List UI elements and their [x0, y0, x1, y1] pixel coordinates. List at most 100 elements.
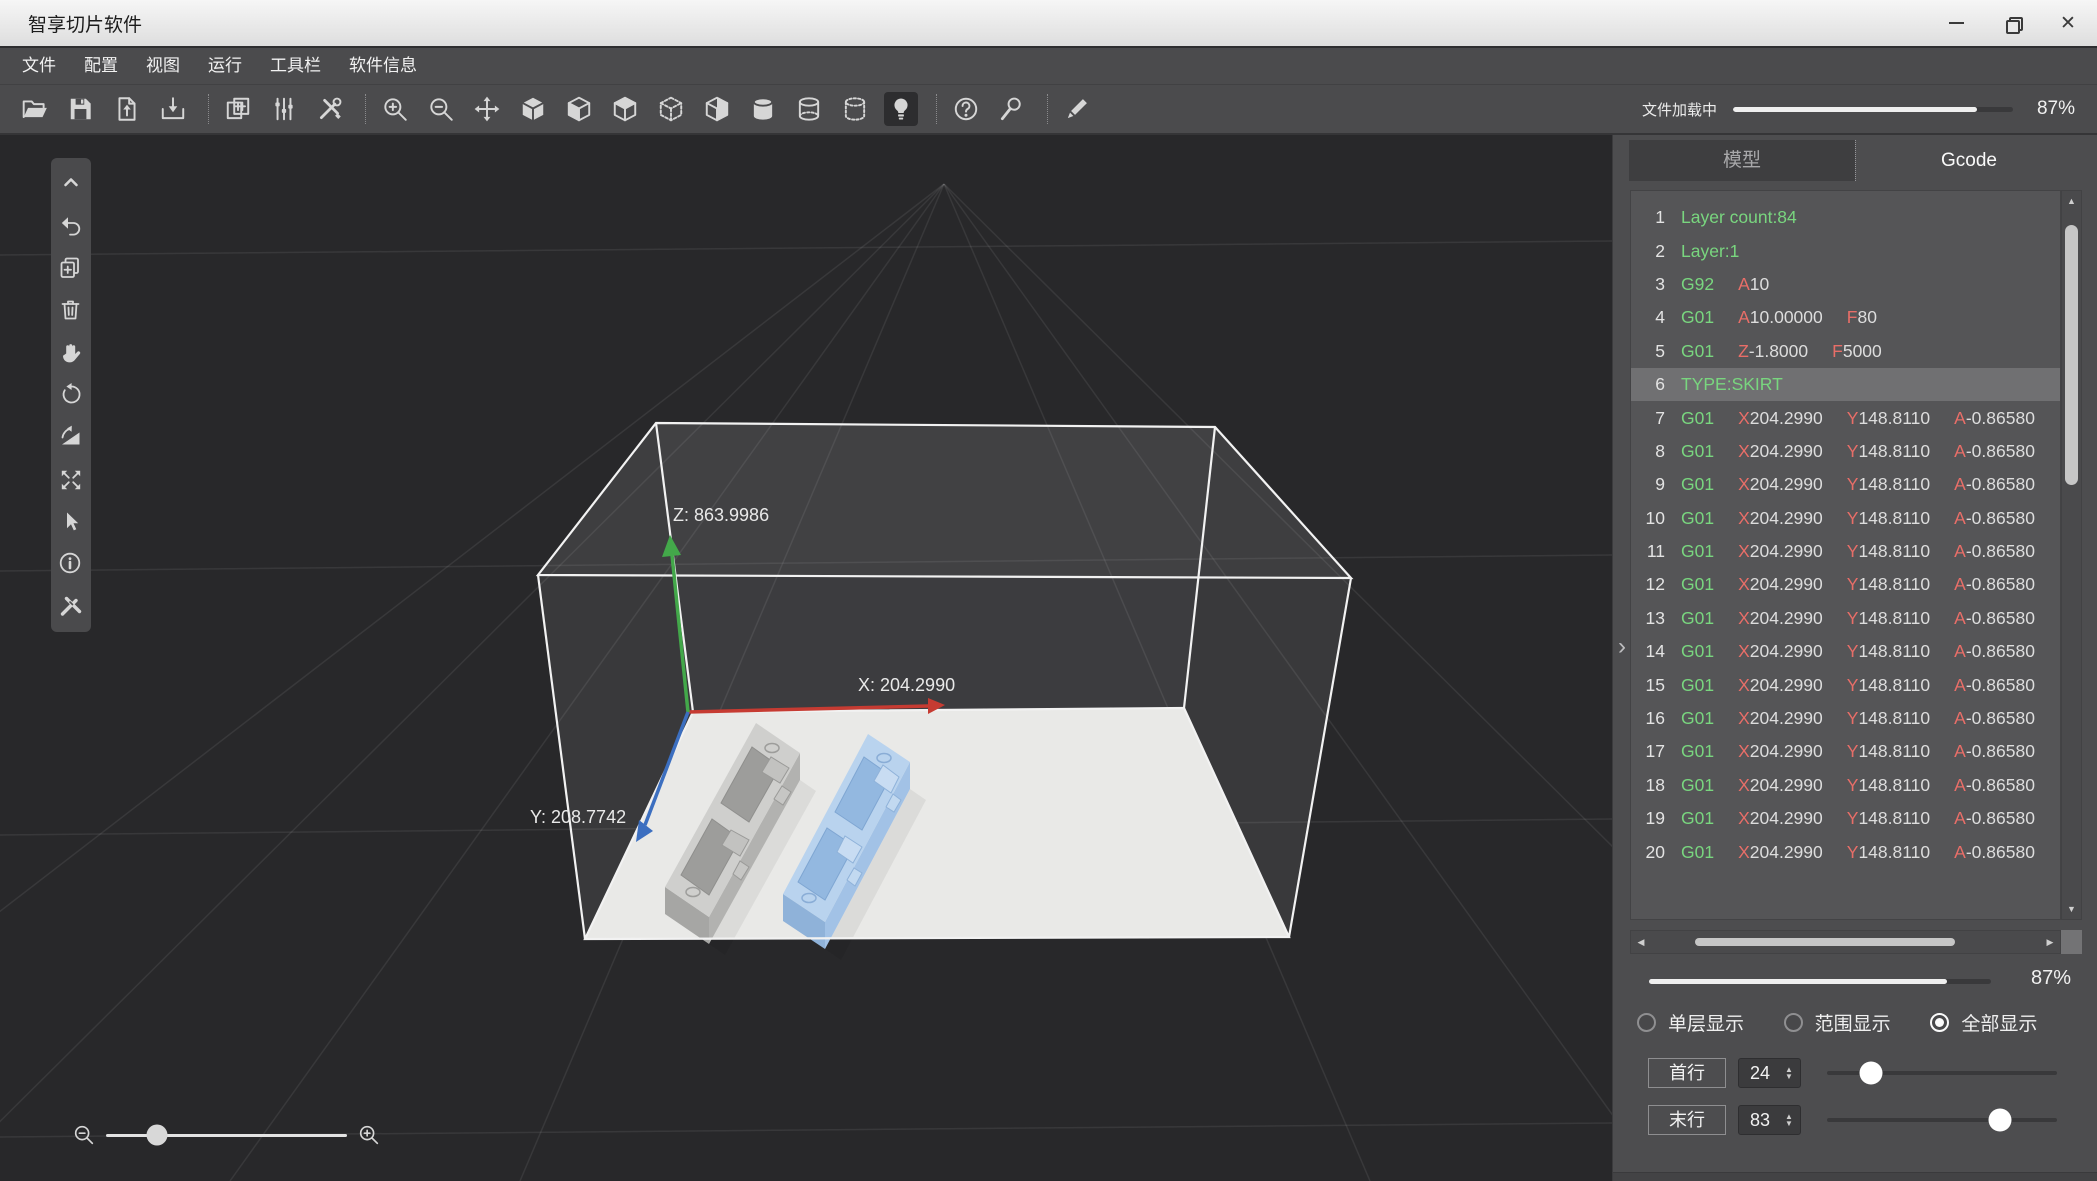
restore-button[interactable]	[1997, 8, 2027, 38]
last-line-slider[interactable]	[1827, 1108, 2057, 1132]
gcode-row[interactable]: 16G01X204.2990Y148.8110A-0.86580	[1631, 702, 2060, 735]
menu-item-file[interactable]: 文件	[20, 48, 68, 84]
gcode-row[interactable]: 19G01X204.2990Y148.8110A-0.86580	[1631, 802, 2060, 835]
last-line-spinner[interactable]: 83 ▲ ▼	[1738, 1105, 1801, 1135]
tab-model[interactable]: 模型	[1629, 140, 1855, 181]
radio-unchecked-icon[interactable]	[1784, 1013, 1803, 1032]
gcode-row[interactable]: 9G01X204.2990Y148.8110A-0.86580	[1631, 468, 2060, 501]
gcode-row[interactable]: 3G92A10	[1631, 268, 2060, 301]
inspect-button[interactable]	[995, 92, 1029, 126]
menu-item-run[interactable]: 运行	[196, 48, 254, 84]
view-cylinder-wireframe-button[interactable]	[792, 92, 826, 126]
menu-item-config[interactable]: 配置	[72, 48, 130, 84]
view-cube-left-button[interactable]	[562, 92, 596, 126]
zoom-out-button[interactable]	[424, 92, 458, 126]
menu-item-view[interactable]: 视图	[134, 48, 192, 84]
gcode-horizontal-scrollbar[interactable]: ◀ ▶	[1630, 930, 2061, 954]
zoom-in-icon[interactable]	[357, 1123, 381, 1147]
horizontal-scroll-thumb[interactable]	[1695, 938, 1955, 946]
view-cube-solid-button[interactable]	[516, 92, 550, 126]
annotate-pen-button[interactable]	[1060, 92, 1094, 126]
gcode-row[interactable]: 14G01X204.2990Y148.8110A-0.86580	[1631, 635, 2060, 668]
view-cylinder-dashed-button[interactable]	[838, 92, 872, 126]
parameter-sliders-button[interactable]	[267, 92, 301, 126]
view-cube-wireframe-button[interactable]	[654, 92, 688, 126]
undo-button[interactable]	[55, 210, 87, 242]
first-line-button[interactable]: 首行	[1648, 1058, 1726, 1088]
minimize-button[interactable]	[1941, 8, 1971, 38]
gcode-list[interactable]: 1Layer count:842Layer:13G92A104G01A10.00…	[1630, 190, 2061, 920]
gcode-row[interactable]: 5G01Z-1.8000F5000	[1631, 335, 2060, 368]
gcode-line-number: 12	[1631, 574, 1665, 595]
first-line-spinner-arrows[interactable]: ▲ ▼	[1781, 1066, 1797, 1080]
gcode-row[interactable]: 1Layer count:84	[1631, 201, 2060, 234]
panel-collapse-handle[interactable]: ›	[1614, 633, 1630, 663]
display-mode-single-layer[interactable]: 单层显示	[1637, 1009, 1784, 1036]
gcode-row[interactable]: 8G01X204.2990Y148.8110A-0.86580	[1631, 435, 2060, 468]
last-line-spinner-arrows[interactable]: ▲ ▼	[1781, 1113, 1797, 1127]
view-cylinder-solid-button[interactable]	[746, 92, 780, 126]
pan-button[interactable]	[55, 337, 87, 369]
gcode-row[interactable]: 17G01X204.2990Y148.8110A-0.86580	[1631, 735, 2060, 768]
gcode-row[interactable]: 12G01X204.2990Y148.8110A-0.86580	[1631, 568, 2060, 601]
last-line-button[interactable]: 末行	[1648, 1105, 1726, 1135]
gcode-line-text: G01X204.2990Y148.8110A-0.86580	[1681, 641, 2059, 662]
view-cube-top-button[interactable]	[608, 92, 642, 126]
gcode-row[interactable]: 10G01X204.2990Y148.8110A-0.86580	[1631, 502, 2060, 535]
menu-item-software-info[interactable]: 软件信息	[337, 48, 429, 84]
measure-button[interactable]	[55, 591, 87, 623]
tools-button[interactable]	[313, 92, 347, 126]
import-model-button[interactable]	[110, 92, 144, 126]
gcode-row[interactable]: 4G01A10.00000F80	[1631, 301, 2060, 334]
gcode-vertical-scrollbar[interactable]: ▲ ▼	[2061, 190, 2082, 920]
gcode-row[interactable]: 6TYPE:SKIRT	[1631, 368, 2060, 401]
scroll-right-icon[interactable]: ▶	[2040, 931, 2060, 953]
gcode-row[interactable]: 7G01X204.2990Y148.8110A-0.86580	[1631, 401, 2060, 434]
spinner-down-icon[interactable]: ▼	[1785, 1120, 1793, 1127]
light-toggle-button[interactable]	[884, 92, 918, 126]
scroll-left-icon[interactable]: ◀	[1631, 931, 1651, 953]
move-view-button[interactable]	[470, 92, 504, 126]
rotate-button[interactable]	[55, 379, 87, 411]
viewport-zoom-slider[interactable]	[106, 1134, 347, 1137]
close-button[interactable]: ✕	[2053, 8, 2083, 38]
save-button[interactable]	[64, 92, 98, 126]
viewport-zoom-knob[interactable]	[146, 1125, 167, 1146]
gcode-line-number: 7	[1631, 408, 1665, 429]
delete-button[interactable]	[55, 294, 87, 326]
help-button[interactable]	[949, 92, 983, 126]
fit-view-button[interactable]	[55, 464, 87, 496]
display-mode-range[interactable]: 范围显示	[1784, 1009, 1931, 1036]
scroll-up-icon[interactable]: ▲	[2062, 191, 2081, 211]
zoom-in-button[interactable]	[378, 92, 412, 126]
tab-gcode[interactable]: Gcode	[1855, 140, 2082, 181]
first-line-spinner[interactable]: 24 ▲ ▼	[1738, 1058, 1801, 1088]
batch-print-button[interactable]	[221, 92, 255, 126]
viewport-3d[interactable]: Z: 863.9986 X: 204.2990 Y: 208.7742	[0, 135, 1612, 1181]
first-line-slider[interactable]	[1827, 1061, 2057, 1085]
first-line-slider-knob[interactable]	[1859, 1062, 1882, 1085]
gcode-row[interactable]: 18G01X204.2990Y148.8110A-0.86580	[1631, 769, 2060, 802]
gcode-row[interactable]: 2Layer:1	[1631, 234, 2060, 267]
gcode-row[interactable]: 11G01X204.2990Y148.8110A-0.86580	[1631, 535, 2060, 568]
radio-checked-icon[interactable]	[1930, 1013, 1949, 1032]
menu-item-toolbar[interactable]: 工具栏	[258, 48, 333, 84]
export-gcode-button[interactable]	[156, 92, 190, 126]
info-button[interactable]	[55, 548, 87, 580]
mirror-button[interactable]	[55, 421, 87, 453]
gcode-row[interactable]: 15G01X204.2990Y148.8110A-0.86580	[1631, 668, 2060, 701]
zoom-out-icon[interactable]	[72, 1123, 96, 1147]
open-file-button[interactable]	[18, 92, 52, 126]
display-mode-all[interactable]: 全部显示	[1930, 1009, 2077, 1036]
duplicate-button[interactable]	[55, 252, 87, 284]
select-button[interactable]	[55, 506, 87, 538]
vertical-scroll-thumb[interactable]	[2065, 225, 2078, 485]
spinner-down-icon[interactable]: ▼	[1785, 1073, 1793, 1080]
radio-unchecked-icon[interactable]	[1637, 1013, 1656, 1032]
view-clip-button[interactable]	[700, 92, 734, 126]
gcode-row[interactable]: 20G01X204.2990Y148.8110A-0.86580	[1631, 835, 2060, 868]
collapse-up-button[interactable]	[55, 167, 87, 199]
scroll-down-icon[interactable]: ▼	[2062, 899, 2081, 919]
gcode-row[interactable]: 13G01X204.2990Y148.8110A-0.86580	[1631, 602, 2060, 635]
last-line-slider-knob[interactable]	[1988, 1109, 2011, 1132]
